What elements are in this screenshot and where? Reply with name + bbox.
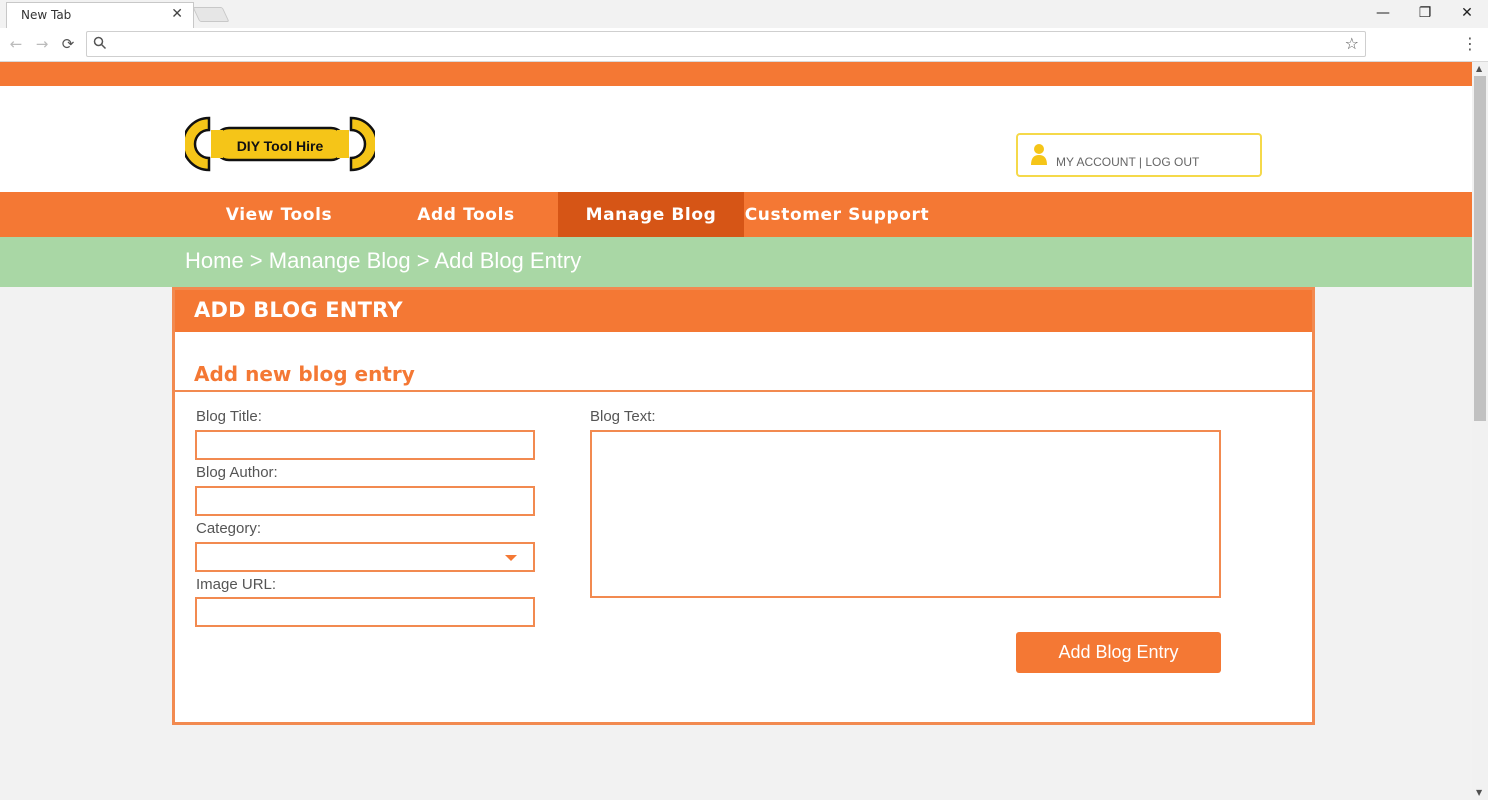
tab-title: New Tab <box>21 8 72 22</box>
reload-icon[interactable]: ⟳ <box>58 34 78 54</box>
new-tab-button[interactable] <box>192 7 230 22</box>
breadcrumb: Home > Manange Blog > Add Blog Entry <box>185 248 582 273</box>
browser-menu-icon[interactable]: ⋮ <box>1462 34 1478 53</box>
breadcrumb-bar: Home > Manange Blog > Add Blog Entry <box>0 237 1472 287</box>
nav-view-tools[interactable]: View Tools <box>185 192 373 237</box>
blog-author-label: Blog Author: <box>196 464 278 481</box>
category-select[interactable] <box>195 542 535 572</box>
search-icon <box>93 36 107 50</box>
account-links[interactable]: MY ACCOUNT | LOG OUT <box>1056 155 1199 169</box>
back-icon[interactable]: ← <box>6 34 26 54</box>
logo-text: DIY Tool Hire <box>237 138 324 154</box>
image-url-input[interactable] <box>195 597 535 627</box>
main-nav: View Tools Add Tools Manage Blog Custome… <box>0 192 1472 237</box>
image-url-label: Image URL: <box>196 576 277 593</box>
nav-customer-support[interactable]: Customer Support <box>744 192 930 237</box>
blog-title-input[interactable] <box>195 430 535 460</box>
scroll-up-icon[interactable]: ▲ <box>1476 64 1482 73</box>
window-controls: — ❐ ✕ <box>1362 0 1488 28</box>
address-bar[interactable]: ☆ <box>86 31 1366 57</box>
chevron-down-icon <box>505 555 517 561</box>
page-scrollbar[interactable]: ▲ ▼ <box>1472 62 1488 800</box>
minimize-icon[interactable]: — <box>1362 0 1404 26</box>
account-box[interactable]: MY ACCOUNT | LOG OUT <box>1016 133 1262 177</box>
forward-icon[interactable]: → <box>32 34 52 54</box>
scrollbar-thumb[interactable] <box>1474 76 1486 421</box>
logo[interactable]: DIY Tool Hire <box>185 114 375 174</box>
browser-tab[interactable]: New Tab ✕ <box>6 2 194 28</box>
panel-title: ADD BLOG ENTRY <box>194 298 403 322</box>
nav-add-tools[interactable]: Add Tools <box>373 192 559 237</box>
blog-title-label: Blog Title: <box>196 408 262 425</box>
browser-toolbar: ← → ⟳ ☆ ⋮ <box>0 28 1488 62</box>
add-blog-panel: ADD BLOG ENTRY Add new blog entry Blog T… <box>172 287 1315 725</box>
panel-subtitle: Add new blog entry <box>194 362 415 386</box>
user-icon <box>1031 144 1047 165</box>
add-blog-entry-button[interactable]: Add Blog Entry <box>1016 632 1221 673</box>
panel-header: ADD BLOG ENTRY <box>175 290 1312 332</box>
browser-tab-strip: New Tab ✕ — ❐ ✕ <box>0 0 1488 28</box>
page-viewport: DIY Tool Hire MY ACCOUNT | LOG OUT View … <box>0 62 1472 800</box>
category-label: Category: <box>196 520 262 537</box>
nav-manage-blog[interactable]: Manage Blog <box>558 192 744 237</box>
restore-icon[interactable]: ❐ <box>1404 0 1446 26</box>
blog-text-label: Blog Text: <box>590 408 656 425</box>
panel-divider <box>175 390 1312 392</box>
blog-text-textarea[interactable] <box>590 430 1221 598</box>
site-header: DIY Tool Hire MY ACCOUNT | LOG OUT <box>0 86 1472 192</box>
blog-author-input[interactable] <box>195 486 535 516</box>
bookmark-star-icon[interactable]: ☆ <box>1345 34 1359 53</box>
window-close-icon[interactable]: ✕ <box>1446 0 1488 26</box>
tab-close-icon[interactable]: ✕ <box>171 6 183 22</box>
top-accent-strip <box>0 62 1472 86</box>
scroll-down-icon[interactable]: ▼ <box>1476 788 1482 797</box>
